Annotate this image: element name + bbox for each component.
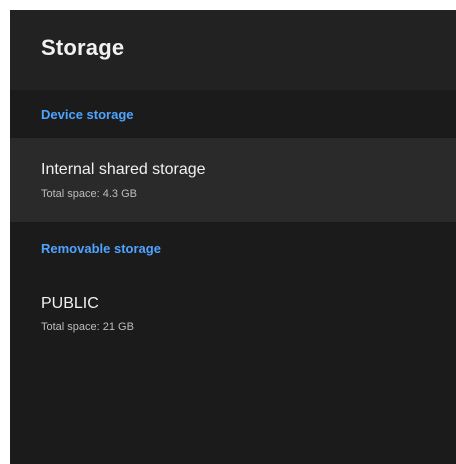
storage-item-public[interactable]: PUBLIC Total space: 21 GB bbox=[10, 279, 456, 363]
page-title: Storage bbox=[41, 35, 125, 60]
section-header-device-storage: Device storage bbox=[41, 107, 134, 122]
app-header: Storage bbox=[10, 10, 456, 90]
section-header-removable-storage: Removable storage bbox=[41, 241, 161, 256]
storage-item-subtitle: Total space: 21 GB bbox=[41, 321, 134, 333]
storage-item-title: PUBLIC bbox=[41, 295, 99, 312]
storage-item-title: Internal shared storage bbox=[41, 161, 206, 178]
storage-screen: Storage Device storage Internal shared s… bbox=[10, 10, 456, 464]
storage-item-internal-shared-storage[interactable]: Internal shared storage Total space: 4.3… bbox=[10, 138, 456, 222]
storage-item-subtitle: Total space: 4.3 GB bbox=[41, 188, 137, 200]
